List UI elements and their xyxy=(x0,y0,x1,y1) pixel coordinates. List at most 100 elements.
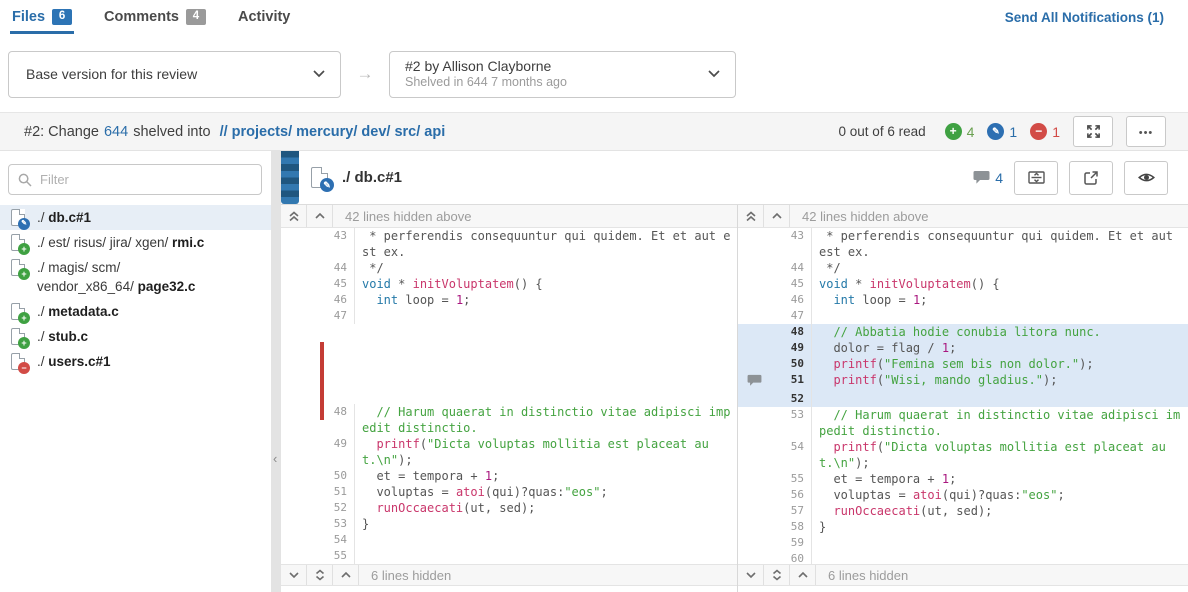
expand-below-button[interactable] xyxy=(738,565,764,585)
code-line[interactable]: 51 voluptas = atoi(qui)?quas:"eos"; xyxy=(281,484,737,500)
mark-read-button[interactable] xyxy=(1124,161,1168,195)
hidden-lines-bar-bottom: 6 lines hidden xyxy=(281,564,737,586)
expand-below-button[interactable] xyxy=(281,565,307,585)
comment-gutter[interactable] xyxy=(281,260,321,276)
code-line[interactable]: 47 xyxy=(738,308,1188,324)
tab-comments[interactable]: Comments 4 xyxy=(102,0,208,34)
comment-gutter[interactable] xyxy=(738,407,778,439)
code-line[interactable]: 52 xyxy=(738,391,1188,407)
change-number-link[interactable]: 644 xyxy=(104,124,128,140)
expand-above-button[interactable] xyxy=(764,205,790,227)
toggle-inline-view-button[interactable] xyxy=(1014,161,1058,195)
comment-gutter[interactable] xyxy=(738,439,778,471)
code-line[interactable]: 49 dolor = flag / 1; xyxy=(738,340,1188,356)
comment-gutter[interactable] xyxy=(738,356,778,372)
code-line[interactable]: 54 printf("Dicta voluptas mollitia est p… xyxy=(738,439,1188,471)
comment-gutter[interactable] xyxy=(738,228,778,260)
comment-gutter[interactable] xyxy=(281,468,321,484)
code-line[interactable]: 59 xyxy=(738,535,1188,551)
fullscreen-button[interactable] xyxy=(1073,116,1113,147)
code-line[interactable]: 51 printf("Wisi, mando gladius."); xyxy=(738,372,1188,391)
code-line[interactable]: 48 // Harum quaerat in distinctio vitae … xyxy=(281,404,737,436)
comment-gutter[interactable] xyxy=(738,535,778,551)
comment-gutter[interactable] xyxy=(281,516,321,532)
open-file-button[interactable] xyxy=(1069,161,1113,195)
code-line[interactable]: 55 et = tempora + 1; xyxy=(738,471,1188,487)
code-line[interactable]: 43 * perferendis consequuntur qui quidem… xyxy=(738,228,1188,260)
comment-gutter[interactable] xyxy=(281,548,321,564)
comment-gutter[interactable] xyxy=(281,292,321,308)
line-number: 55 xyxy=(321,548,355,564)
expand-all-hidden-button[interactable] xyxy=(764,565,790,585)
code-line[interactable]: 48 // Abbatia hodie conubia litora nunc. xyxy=(738,324,1188,340)
code-line[interactable]: 53} xyxy=(281,516,737,532)
code-text: int loop = 1; xyxy=(355,292,737,308)
review-header: #2: Change 644 shelved into // projects/… xyxy=(0,112,1188,151)
code-line[interactable]: 50 et = tempora + 1; xyxy=(281,468,737,484)
comment-gutter[interactable] xyxy=(281,500,321,516)
comment-gutter[interactable] xyxy=(281,308,321,324)
comment-gutter[interactable] xyxy=(281,276,321,292)
comment-gutter[interactable] xyxy=(738,372,778,391)
code-line[interactable]: 58} xyxy=(738,519,1188,535)
expand-all-above-button[interactable] xyxy=(738,205,764,227)
comment-gutter[interactable] xyxy=(738,471,778,487)
comment-gutter[interactable] xyxy=(738,519,778,535)
file-list-item[interactable]: +./ est/ risus/ jira/ xgen/ rmi.c xyxy=(0,230,271,255)
comment-gutter[interactable] xyxy=(281,532,321,548)
code-line[interactable]: 56 voluptas = atoi(qui)?quas:"eos"; xyxy=(738,487,1188,503)
code-line[interactable]: 45void * initVoluptatem() { xyxy=(738,276,1188,292)
base-version-dropdown[interactable]: Base version for this review xyxy=(8,51,341,98)
code-line[interactable]: 60 xyxy=(738,551,1188,564)
line-number: 49 xyxy=(321,436,355,468)
expand-above-button[interactable] xyxy=(307,205,333,227)
comment-gutter[interactable] xyxy=(738,340,778,356)
code-line[interactable]: 44 */ xyxy=(281,260,737,276)
comment-gutter[interactable] xyxy=(738,487,778,503)
comment-gutter[interactable] xyxy=(738,551,778,564)
file-list-item[interactable]: ✎./ db.c#1 xyxy=(0,205,271,230)
tab-files[interactable]: Files 6 xyxy=(10,0,74,34)
more-options-button[interactable] xyxy=(1126,116,1166,147)
collapse-up-button[interactable] xyxy=(790,565,816,585)
code-line[interactable]: 53 // Harum quaerat in distinctio vitae … xyxy=(738,407,1188,439)
tab-activity[interactable]: Activity xyxy=(236,0,292,34)
code-line[interactable]: 43 * perferendis consequuntur qui quidem… xyxy=(281,228,737,260)
code-line[interactable]: 50 printf("Femina sem bis non dolor."); xyxy=(738,356,1188,372)
comment-gutter[interactable] xyxy=(738,292,778,308)
comment-gutter[interactable] xyxy=(738,324,778,340)
code-line[interactable]: 54 xyxy=(281,532,737,548)
comment-gutter[interactable] xyxy=(281,228,321,260)
code-line[interactable]: 44 */ xyxy=(738,260,1188,276)
file-list-item[interactable]: +./ metadata.c xyxy=(0,299,271,324)
send-all-notifications-link[interactable]: Send All Notifications (1) xyxy=(1005,0,1164,25)
depot-path-link[interactable]: // projects/ mercury/ dev/ src/ api xyxy=(220,124,446,140)
code-line[interactable]: 57 runOccaecati(ut, sed); xyxy=(738,503,1188,519)
comment-gutter[interactable] xyxy=(738,276,778,292)
file-comments-count[interactable]: 4 xyxy=(973,170,1003,186)
expand-all-hidden-button[interactable] xyxy=(307,565,333,585)
expand-all-above-button[interactable] xyxy=(281,205,307,227)
comment-gutter[interactable] xyxy=(281,436,321,468)
filter-input[interactable] xyxy=(8,164,262,195)
code-line[interactable]: 55 xyxy=(281,548,737,564)
comment-gutter[interactable] xyxy=(738,391,778,407)
sidebar-collapse-handle[interactable] xyxy=(271,151,281,592)
code-line[interactable]: 47 xyxy=(281,308,737,324)
code-line[interactable]: 49 printf("Dicta voluptas mollitia est p… xyxy=(281,436,737,468)
file-list-item[interactable]: +./ stub.c xyxy=(0,324,271,349)
target-version-dropdown[interactable]: #2 by Allison Clayborne Shelved in 644 7… xyxy=(389,51,736,98)
chevron-down-icon xyxy=(745,571,757,579)
collapse-up-button[interactable] xyxy=(333,565,359,585)
file-list-item[interactable]: −./ users.c#1 xyxy=(0,349,271,374)
comment-gutter[interactable] xyxy=(738,260,778,276)
code-line[interactable]: 46 int loop = 1; xyxy=(738,292,1188,308)
comment-gutter[interactable] xyxy=(738,308,778,324)
file-list-item[interactable]: +./ magis/ scm/ vendor_x86_64/ page32.c xyxy=(0,255,271,299)
comment-gutter[interactable] xyxy=(281,404,321,436)
code-line[interactable]: 46 int loop = 1; xyxy=(281,292,737,308)
code-line[interactable]: 52 runOccaecati(ut, sed); xyxy=(281,500,737,516)
code-line[interactable]: 45void * initVoluptatem() { xyxy=(281,276,737,292)
comment-gutter[interactable] xyxy=(281,484,321,500)
comment-gutter[interactable] xyxy=(738,503,778,519)
